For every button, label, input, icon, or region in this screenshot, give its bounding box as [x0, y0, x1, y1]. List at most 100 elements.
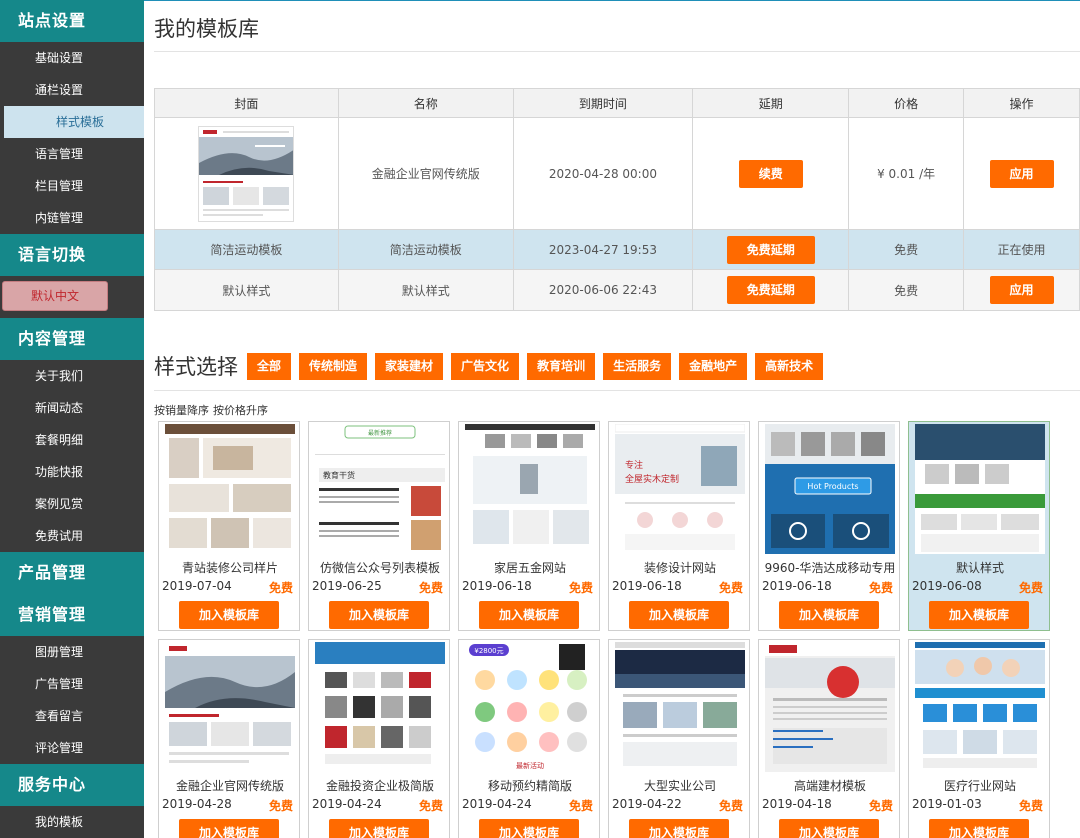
thumb-event-link: 最新活动: [516, 761, 544, 770]
template-date: 2019-06-18: [462, 579, 532, 593]
template-name: 大型实业公司: [643, 779, 716, 793]
template-card[interactable]: ¥2800元 最新活动 移动预约精简版 2019-04-24 免费 加入模板库: [458, 639, 600, 838]
template-card[interactable]: 大型实业公司 2019-04-22 免费 加入模板库: [608, 639, 750, 838]
sidebar-item-albums[interactable]: 图册管理: [0, 636, 144, 668]
sidebar: 站点设置 基础设置 通栏设置 样式模板 语言管理 栏目管理 内链管理 语言切换 …: [0, 0, 144, 838]
template-name: 家居五金网站: [493, 561, 566, 575]
category-home-building[interactable]: 家装建材: [375, 353, 444, 380]
template-card[interactable]: 高端建材模板 2019-04-18 免费 加入模板库: [758, 639, 900, 838]
sidebar-item-style-templates[interactable]: 样式模板: [4, 106, 144, 138]
apply-button[interactable]: 应用: [989, 159, 1054, 188]
sort-by-sales[interactable]: 按销量降序: [154, 404, 209, 417]
add-to-library-button[interactable]: 加入模板库: [329, 819, 429, 838]
language-box: 默认中文: [0, 276, 144, 318]
thumb-hot-products: Hot Products: [807, 482, 858, 491]
template-price: 免费: [718, 799, 743, 813]
sidebar-item-free-trial[interactable]: 免费试用: [0, 520, 144, 552]
template-name: 金融投资企业极简版: [325, 779, 434, 793]
sidebar-item-comments[interactable]: 评论管理: [0, 732, 144, 764]
sidebar-item-about-us[interactable]: 关于我们: [0, 360, 144, 392]
category-manufacturing[interactable]: 传统制造: [299, 353, 368, 380]
template-card[interactable]: 最新推荐 教育干货 仿微信公众号列表模板 2019-06-25 免费 加入模板库: [308, 421, 450, 631]
renew-button[interactable]: 续费: [738, 159, 803, 188]
add-to-library-button[interactable]: 加入模板库: [929, 819, 1029, 838]
template-card[interactable]: 家居五金网站 2019-06-18 免费 加入模板库: [458, 421, 600, 631]
template-price: 免费: [868, 799, 893, 813]
sidebar-group-content-management[interactable]: 内容管理: [0, 318, 144, 360]
category-advertising[interactable]: 广告文化: [451, 353, 520, 380]
template-card[interactable]: 医疗行业网站 2019-01-03 免费 加入模板库: [908, 639, 1050, 838]
sidebar-item-messages[interactable]: 查看留言: [0, 700, 144, 732]
sort-by-price[interactable]: 按价格升序: [213, 404, 268, 417]
add-to-library-button[interactable]: 加入模板库: [779, 601, 879, 629]
sidebar-group-site-settings[interactable]: 站点设置: [0, 0, 144, 42]
template-name: 高端建材模板: [793, 779, 866, 793]
add-to-library-button[interactable]: 加入模板库: [479, 601, 579, 629]
template-date: 2019-06-25: [312, 579, 382, 593]
sidebar-item-my-templates[interactable]: 我的模板: [0, 806, 144, 838]
template-card[interactable]: 金融企业官网传统版 2019-04-28 免费 加入模板库: [158, 639, 300, 838]
template-preview: 最新推荐 教育干货: [315, 424, 445, 554]
section-title: 样式选择: [154, 355, 238, 379]
sidebar-item-packages[interactable]: 套餐明细: [0, 424, 144, 456]
template-name: 默认样式: [337, 269, 514, 311]
template-card[interactable]: 金融投资企业极简版 2019-04-24 免费 加入模板库: [308, 639, 450, 838]
template-date: 2019-01-03: [912, 797, 982, 811]
sort-options: 按销量降序 按价格升序: [154, 402, 272, 418]
price: ¥ 0.01 /年: [848, 117, 965, 230]
template-preview: [915, 642, 1045, 772]
template-price: 免费: [568, 799, 593, 813]
sidebar-item-news[interactable]: 新闻动态: [0, 392, 144, 424]
add-to-library-button[interactable]: 加入模板库: [179, 819, 279, 838]
template-preview: [765, 642, 895, 772]
sidebar-item-language-management[interactable]: 语言管理: [0, 138, 144, 170]
add-to-library-button[interactable]: 加入模板库: [179, 601, 279, 629]
category-finance-realty[interactable]: 金融地产: [679, 353, 748, 380]
template-name: 医疗行业网站: [943, 779, 1016, 793]
template-price: 免费: [568, 581, 593, 595]
template-price: 免费: [418, 799, 443, 813]
template-price: 免费: [868, 581, 893, 595]
add-to-library-button[interactable]: 加入模板库: [629, 819, 729, 838]
apply-button[interactable]: 应用: [989, 276, 1054, 304]
sidebar-group-product-management[interactable]: 产品管理: [0, 552, 144, 594]
category-life-service[interactable]: 生活服务: [603, 353, 672, 380]
template-card[interactable]: 专注 全屋实木定制 装修设计网站 2019-06-18 免费 加入模板库: [608, 421, 750, 631]
sidebar-group-language-switch[interactable]: 语言切换: [0, 234, 144, 276]
thumb-section-text: 教育干货: [323, 470, 355, 480]
price: 免费: [848, 229, 965, 270]
col-name: 名称: [337, 88, 514, 118]
sidebar-item-cases[interactable]: 案例见赏: [0, 488, 144, 520]
template-card[interactable]: 青站装修公司样片 2019-07-04 免费 加入模板库: [158, 421, 300, 631]
title-divider: [154, 51, 1080, 52]
language-default-chinese[interactable]: 默认中文: [2, 281, 108, 311]
sidebar-group-marketing[interactable]: 营销管理: [0, 594, 144, 636]
category-education[interactable]: 教育培训: [527, 353, 596, 380]
sidebar-item-ads[interactable]: 广告管理: [0, 668, 144, 700]
add-to-library-button[interactable]: 加入模板库: [329, 601, 429, 629]
add-to-library-button[interactable]: 加入模板库: [629, 601, 729, 629]
add-to-library-button[interactable]: 加入模板库: [479, 819, 579, 838]
table-row: 默认样式 默认样式 2020-06-06 22:43 免费延期 免费 应用: [154, 269, 1080, 311]
category-hightech[interactable]: 高新技术: [755, 353, 824, 380]
free-extend-button[interactable]: 免费延期: [726, 235, 815, 264]
free-extend-button[interactable]: 免费延期: [726, 276, 815, 304]
add-to-library-button[interactable]: 加入模板库: [929, 601, 1029, 629]
sidebar-group-service-center[interactable]: 服务中心: [0, 764, 144, 806]
template-price: 免费: [1018, 799, 1043, 813]
sidebar-item-basic-settings[interactable]: 基础设置: [0, 42, 144, 74]
template-date: 2019-04-28: [162, 797, 232, 811]
template-date: 2019-04-22: [612, 797, 682, 811]
template-card-selected[interactable]: 默认样式 2019-06-08 免费 加入模板库: [908, 421, 1050, 631]
template-name: 默认样式: [955, 561, 1004, 575]
category-all[interactable]: 全部: [247, 353, 292, 380]
thumb-tab-text: 最新推荐: [368, 429, 392, 437]
sidebar-item-internal-links[interactable]: 内链管理: [0, 202, 144, 234]
sidebar-item-banner-settings[interactable]: 通栏设置: [0, 74, 144, 106]
template-card[interactable]: Hot Products 9960-华浩达成移动专用 2019-06-18 免费…: [758, 421, 900, 631]
sidebar-item-column-management[interactable]: 栏目管理: [0, 170, 144, 202]
my-template-table: 封面 名称 到期时间 延期 价格 操作 金融企业官网传统版 2020-04-28…: [154, 88, 1080, 311]
add-to-library-button[interactable]: 加入模板库: [779, 819, 879, 838]
sidebar-item-feature-news[interactable]: 功能快报: [0, 456, 144, 488]
template-preview: [165, 642, 295, 772]
